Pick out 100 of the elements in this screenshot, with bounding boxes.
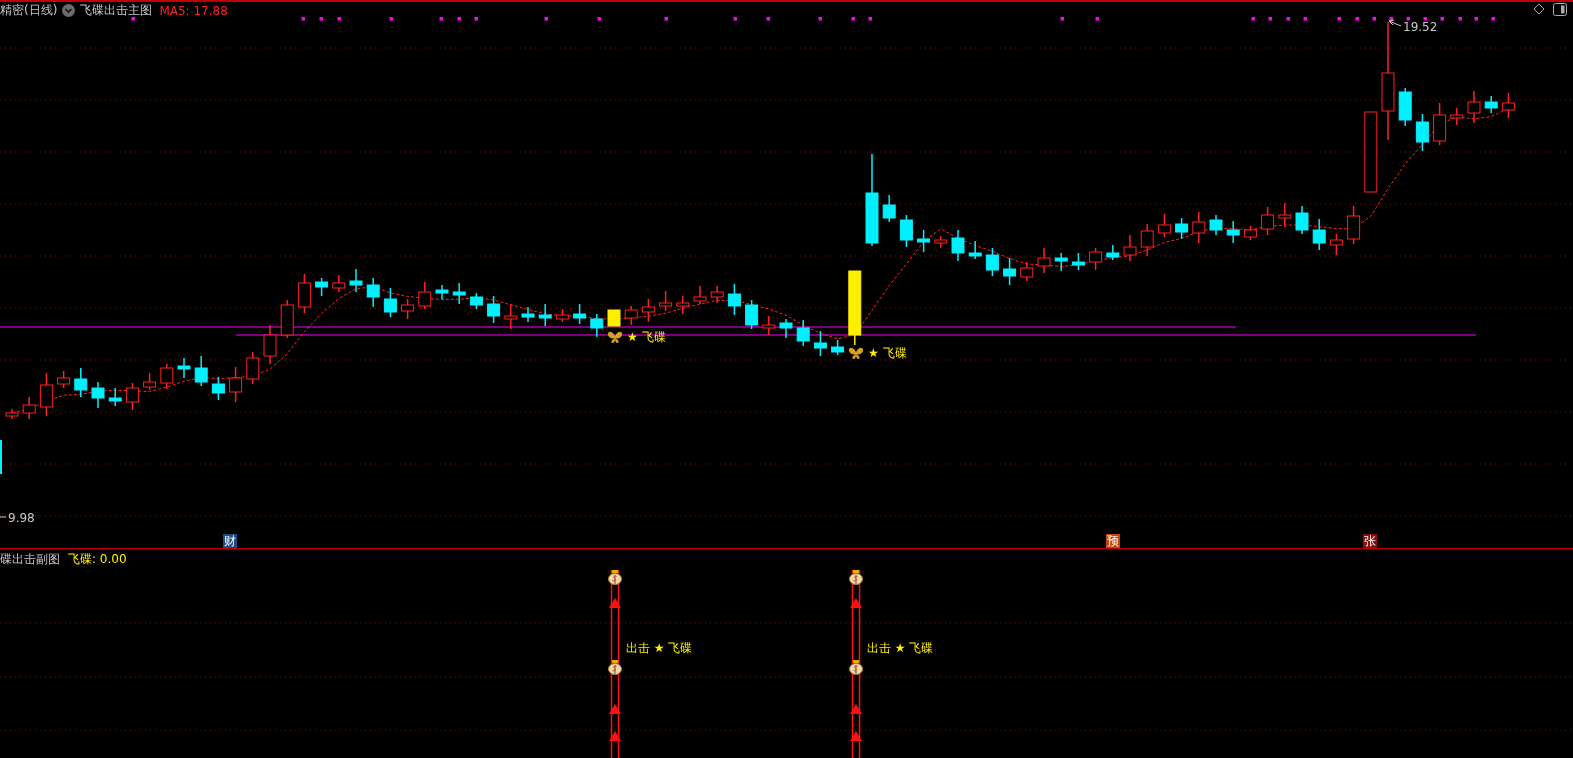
event-marker-label[interactable]: 预 — [1107, 534, 1119, 548]
candlestick — [125, 382, 139, 411]
candlestick — [1484, 95, 1498, 114]
candlestick — [538, 303, 552, 327]
candlestick — [779, 318, 793, 339]
candlestick — [1071, 252, 1085, 271]
dropdown-icon[interactable] — [62, 4, 76, 17]
candlestick — [745, 299, 759, 330]
candlestick — [229, 366, 243, 403]
candlestick — [1003, 257, 1017, 286]
candlestick — [831, 339, 845, 356]
low-price-label: 9.98 — [8, 511, 35, 525]
candlestick — [813, 330, 827, 357]
candlestick — [22, 396, 36, 420]
candlestick — [951, 229, 965, 262]
candlestick — [590, 313, 604, 338]
candlestick — [659, 290, 673, 312]
candlestick — [1433, 102, 1447, 146]
candlestick — [1106, 244, 1120, 261]
candlestick — [1467, 90, 1481, 124]
candlestick — [297, 273, 311, 314]
diamond-icon[interactable] — [1533, 3, 1545, 15]
indicator-value: 飞碟: 0.00 — [68, 551, 127, 568]
butterfly-icon — [607, 331, 623, 343]
candlestick — [1450, 107, 1464, 126]
candlestick — [968, 240, 982, 260]
candlestick — [624, 305, 638, 326]
candlestick — [1175, 217, 1189, 240]
event-marker-label[interactable]: 财 — [224, 534, 236, 548]
candlestick — [762, 315, 776, 336]
candlestick — [108, 387, 122, 407]
candlestick — [452, 282, 466, 305]
candlestick — [1295, 205, 1309, 235]
candlestick — [1312, 218, 1326, 251]
butterfly-icon — [848, 347, 864, 359]
candlestick — [1157, 213, 1171, 238]
candlestick — [641, 298, 655, 323]
candlestick — [1037, 247, 1051, 274]
panel-toggle-icon[interactable] — [1553, 3, 1567, 16]
candlestick — [1329, 233, 1343, 256]
indicator-name: 碟出击副图 — [0, 551, 60, 568]
signal-label: 出击 ★ 飞碟 — [867, 641, 934, 655]
candlestick — [39, 372, 53, 417]
candlestick — [401, 298, 415, 320]
candlestick — [1192, 211, 1206, 244]
candlestick — [211, 376, 225, 401]
candlestick — [1140, 223, 1154, 257]
tick-mark — [0, 516, 7, 518]
arrow-icon — [1388, 19, 1402, 27]
candlestick — [1209, 214, 1223, 236]
candlestick — [0, 440, 2, 474]
indicator-name: 飞碟出击主图 — [80, 2, 153, 19]
candlestick — [693, 285, 707, 305]
candlestick — [5, 408, 19, 420]
candlestick — [246, 351, 260, 385]
candlestick — [435, 284, 449, 300]
candlestick — [1054, 252, 1068, 272]
candlestick — [1347, 205, 1361, 245]
candlestick — [57, 370, 71, 389]
candlestick — [555, 308, 569, 323]
candlestick — [366, 277, 380, 308]
candlestick — [160, 363, 174, 390]
candlestick — [74, 367, 88, 398]
candlestick — [573, 303, 587, 325]
candlestick — [315, 277, 329, 297]
candlestick — [332, 274, 346, 293]
candlestick — [1020, 261, 1034, 282]
candlestick — [985, 247, 999, 277]
candlestick — [1123, 234, 1137, 262]
candlestick — [143, 372, 157, 391]
candlestick — [1261, 206, 1275, 236]
candlestick — [727, 283, 741, 316]
candlestick — [194, 355, 208, 387]
high-price-label: 19.52 — [1403, 20, 1438, 34]
candlestick — [418, 281, 432, 310]
candlestick — [1501, 92, 1515, 119]
candlestick — [280, 299, 294, 339]
candlestick — [521, 306, 535, 323]
candlestick — [710, 285, 724, 304]
candlestick — [504, 303, 518, 330]
ma-value: MA5: 17.88 — [159, 3, 228, 18]
candlestick — [487, 295, 501, 324]
candlestick — [1278, 202, 1292, 228]
candlestick — [1243, 225, 1257, 241]
candlestick — [899, 214, 913, 248]
candlestick — [383, 287, 397, 318]
candlestick — [1089, 247, 1103, 271]
event-marker-label[interactable]: 张 — [1364, 534, 1376, 548]
candlestick — [349, 268, 363, 293]
candlestick — [917, 229, 931, 253]
candlestick — [934, 235, 948, 249]
signal-label: ★ 飞碟 — [868, 346, 907, 360]
candlestick — [91, 381, 105, 409]
signal-label: 出击 ★ 飞碟 — [626, 641, 693, 655]
candlestick — [796, 319, 810, 347]
candlestick — [607, 309, 621, 327]
candlestick — [177, 357, 191, 379]
candlestick — [1226, 220, 1240, 244]
candlestick — [676, 295, 690, 315]
chart-period-label: 精密(日线) — [0, 2, 58, 19]
